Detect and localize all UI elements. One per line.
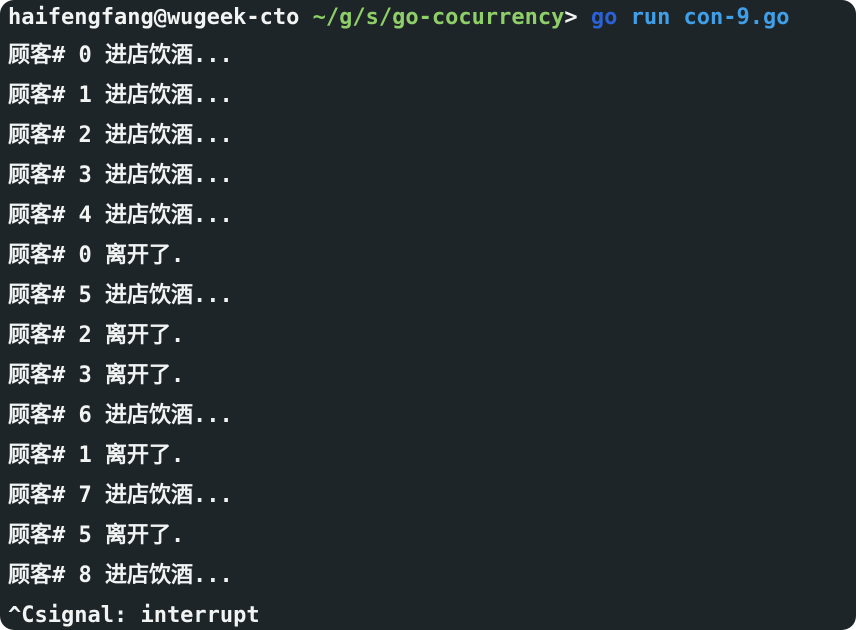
output-line: 顾客# 5 离开了. bbox=[8, 523, 185, 548]
terminal-window[interactable]: haifengfang@wugeek-cto ~/g/s/go-cocurren… bbox=[0, 0, 856, 630]
output-line: 顾客# 2 进店饮酒... bbox=[8, 123, 233, 148]
interrupt-line: ^Csignal: interrupt bbox=[8, 603, 260, 628]
output-line: 顾客# 0 离开了. bbox=[8, 243, 185, 268]
output-line: 顾客# 3 离开了. bbox=[8, 363, 185, 388]
output-line: 顾客# 2 离开了. bbox=[8, 323, 185, 348]
command-name: go bbox=[590, 5, 618, 30]
prompt-symbol: > bbox=[564, 5, 591, 30]
prompt-path: ~/g/s/go-cocurrency bbox=[312, 5, 565, 30]
prompt-user-host: haifengfang@wugeek-cto bbox=[8, 5, 300, 30]
prompt-line: haifengfang@wugeek-cto ~/g/s/go-cocurren… bbox=[8, 0, 848, 36]
output-line: 顾客# 6 进店饮酒... bbox=[8, 403, 233, 428]
output-line: 顾客# 7 进店饮酒... bbox=[8, 483, 233, 508]
output-line: 顾客# 1 离开了. bbox=[8, 443, 185, 468]
output-line: 顾客# 3 进店饮酒... bbox=[8, 163, 233, 188]
output-line: 顾客# 1 进店饮酒... bbox=[8, 83, 233, 108]
output-line: 顾客# 8 进店饮酒... bbox=[8, 563, 233, 588]
output-line: 顾客# 4 进店饮酒... bbox=[8, 203, 233, 228]
output-line: 顾客# 5 进店饮酒... bbox=[8, 283, 233, 308]
command-args: run con-9.go bbox=[617, 5, 790, 30]
output-line: 顾客# 0 进店饮酒... bbox=[8, 43, 233, 68]
